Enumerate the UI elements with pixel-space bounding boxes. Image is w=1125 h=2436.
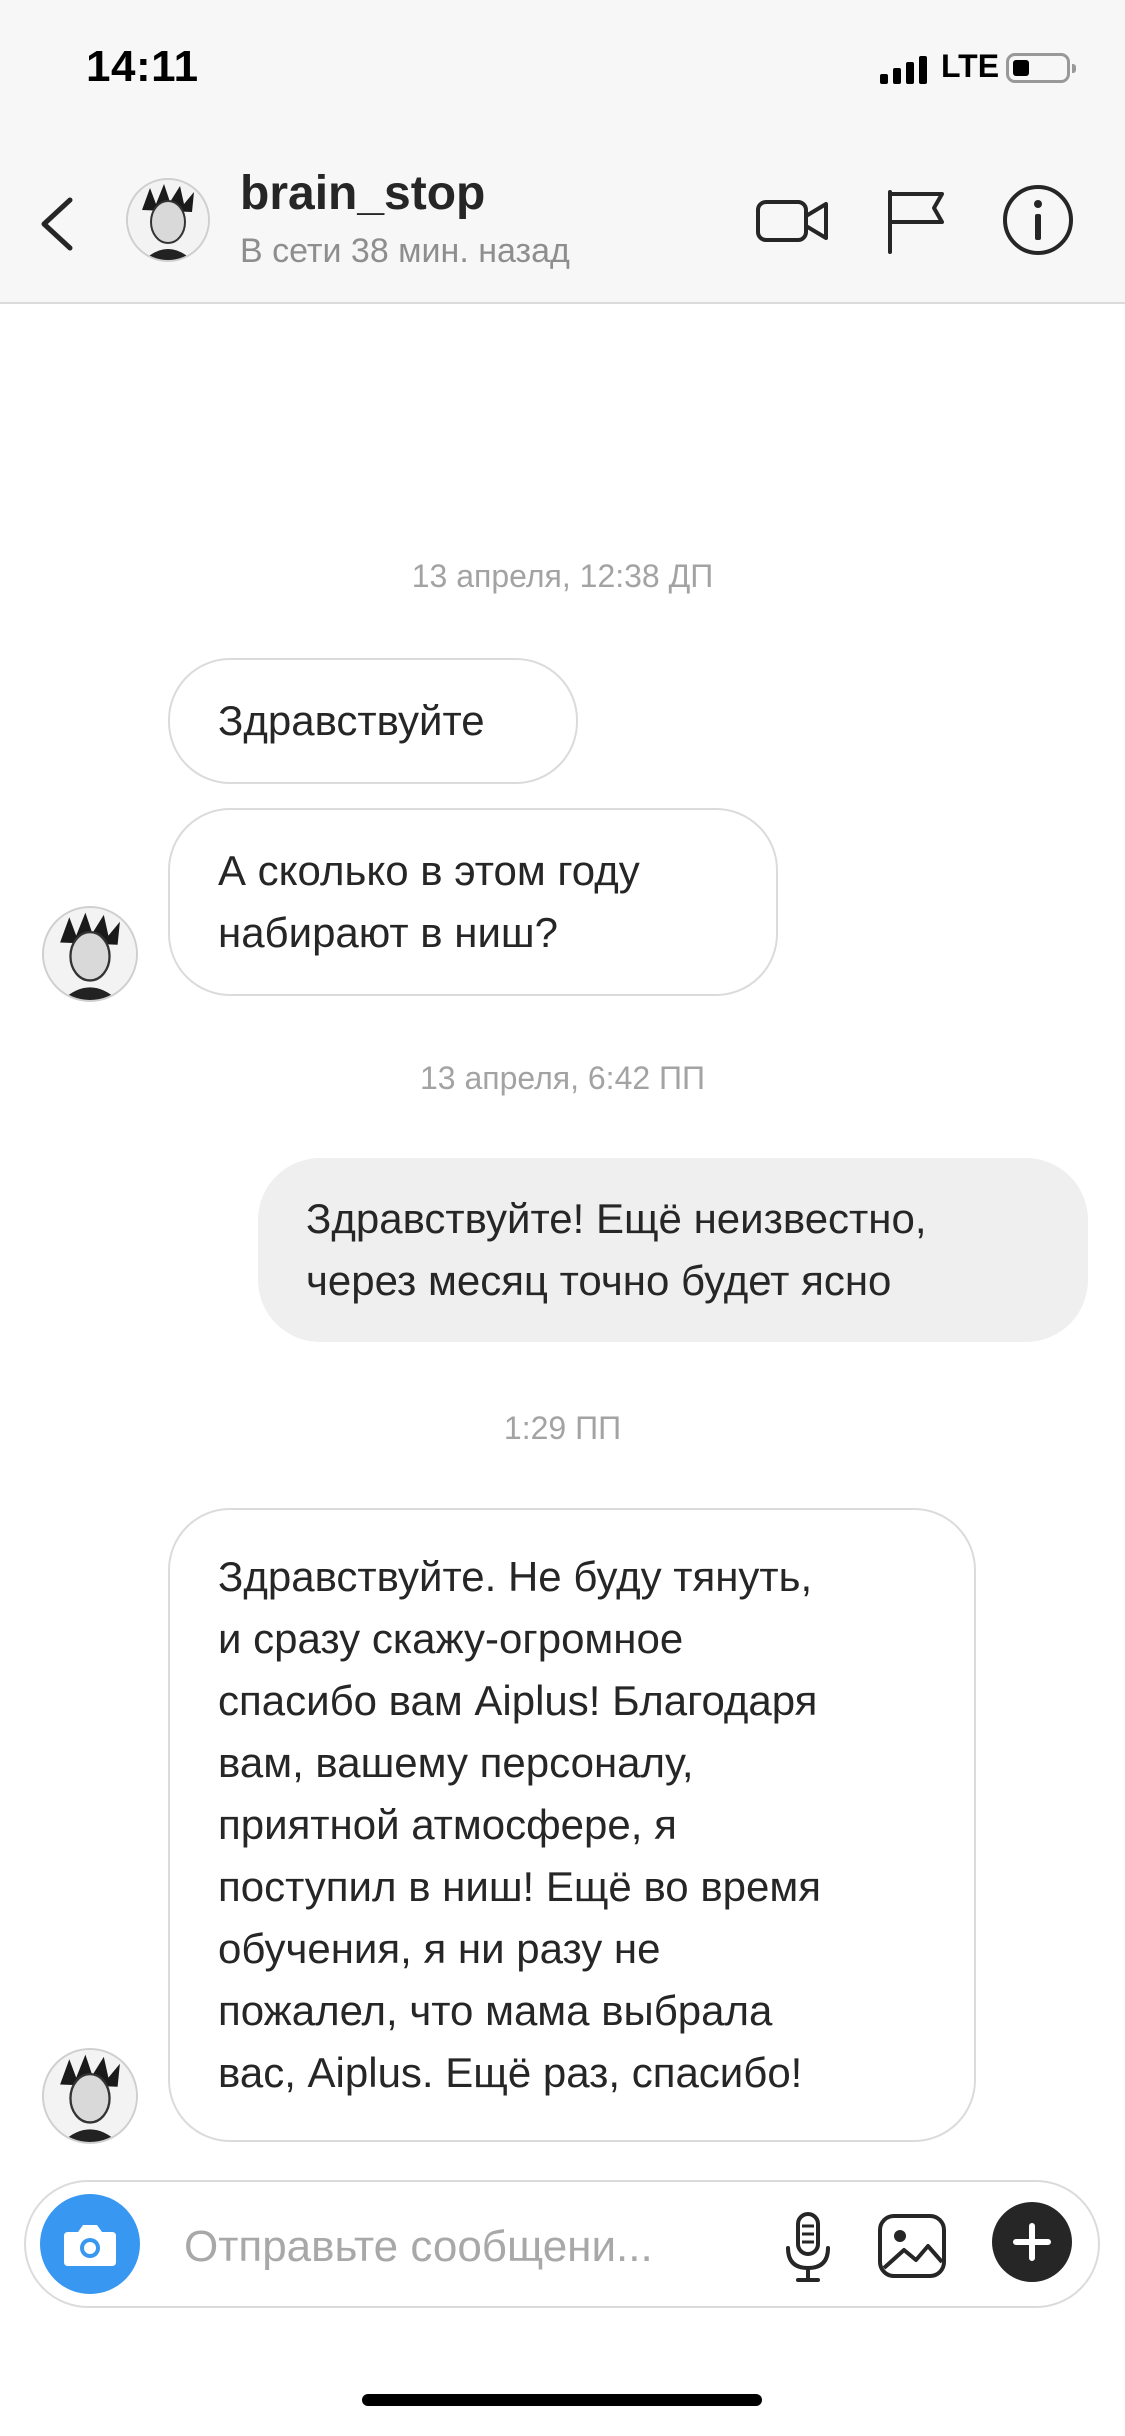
message-text: набирают в ниш? — [218, 909, 558, 956]
message-text: вам, вашему персоналу, — [218, 1739, 694, 1786]
sender-avatar[interactable] — [42, 2048, 138, 2144]
message-input[interactable] — [182, 2206, 746, 2288]
message-text: обучения, я ни разу не — [218, 1925, 661, 1972]
sender-avatar[interactable] — [42, 906, 138, 1002]
flag-report-icon[interactable] — [876, 180, 956, 260]
home-indicator[interactable] — [362, 2394, 762, 2406]
status-time: 14:11 — [86, 42, 199, 91]
message-text: через месяц точно будет ясно — [306, 1257, 892, 1304]
timestamp: 1:29 ПП — [503, 1410, 622, 1446]
gallery-icon[interactable] — [872, 2206, 952, 2286]
plus-button[interactable] — [992, 2202, 1072, 2282]
status-bar: 14:11 LTE — [0, 0, 1125, 140]
message-text: Здравствуйте! Ещё неизвестно, — [306, 1195, 927, 1242]
message-text: поступил в ниш! Ещё во время — [218, 1863, 821, 1910]
cellular-signal-icon — [880, 54, 927, 84]
plus-icon — [1013, 2223, 1051, 2261]
message-text: пожалел, что мама выбрала — [218, 1987, 773, 2034]
presence-status: В сети 38 мин. назад — [240, 232, 570, 270]
video-call-icon[interactable] — [752, 180, 832, 260]
battery-icon — [1006, 53, 1076, 83]
back-chevron-icon[interactable] — [30, 184, 90, 264]
message-text: вас, Aiplus. Ещё раз, спасибо! — [218, 2049, 803, 2096]
avatar[interactable] — [126, 178, 210, 262]
incoming-message[interactable]: Здравствуйте — [168, 658, 578, 784]
timestamp: 13 апреля, 6:42 ПП — [419, 1060, 706, 1096]
message-text: и сразу скажу-огромное — [218, 1615, 684, 1662]
message-text: Здравствуйте. Не буду тянуть, — [218, 1553, 813, 1600]
network-type: LTE — [941, 48, 1000, 84]
chat-header: brain_stop В сети 38 мин. назад — [0, 140, 1125, 304]
message-composer — [24, 2180, 1100, 2308]
camera-icon — [64, 2225, 116, 2266]
message-text: Здравствуйте — [218, 697, 485, 744]
incoming-message[interactable]: Здравствуйте. Не буду тянуть, и сразу ск… — [168, 1508, 976, 2142]
chat-username[interactable]: brain_stop — [240, 166, 485, 221]
message-text: спасибо вам Aiplus! Благодаря — [218, 1677, 818, 1724]
info-icon[interactable] — [998, 180, 1078, 260]
timestamp: 13 апреля, 12:38 ДП — [411, 558, 714, 594]
microphone-icon[interactable] — [768, 2206, 848, 2286]
outgoing-message[interactable]: Здравствуйте! Ещё неизвестно, через меся… — [258, 1158, 1088, 1342]
message-text: приятной атмосфере, я — [218, 1801, 677, 1848]
camera-button[interactable] — [40, 2194, 140, 2294]
message-text: А сколько в этом году — [218, 847, 640, 894]
incoming-message[interactable]: А сколько в этом году набирают в ниш? — [168, 808, 778, 996]
